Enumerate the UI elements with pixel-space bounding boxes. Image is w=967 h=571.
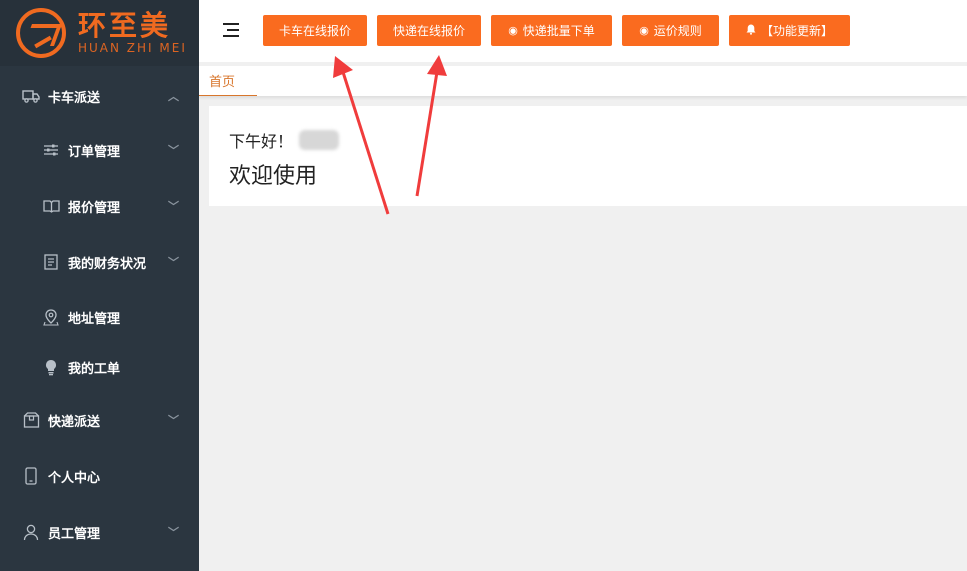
book-icon [42,197,60,215]
freight-rules-button[interactable]: ◉ 运价规则 [622,15,719,46]
truck-icon [22,87,40,105]
chevron-down-icon: ﹀ [168,256,179,269]
greeting: 下午好！ [229,128,340,152]
map-pin-icon [42,308,60,326]
sidebar-item-address-management[interactable]: 地址管理 [0,302,199,332]
greeting-text: 下午好！ [229,132,294,151]
logo[interactable]: 环至美 HUAN ZHI MEI [0,0,199,66]
top-header: 卡车在线报价 快递在线报价 ◉ 快递批量下单 ◉ 运价规则 【功能更新】 [199,0,967,62]
document-icon [42,253,60,271]
sidebar-item-label: 我的财务状况 [68,256,147,272]
chevron-down-icon: ﹀ [168,414,179,427]
eye-icon: ◉ [508,25,518,37]
chevron-down-icon: ﹀ [168,144,179,157]
sidebar-item-label: 员工管理 [48,526,101,542]
menu-toggle-icon[interactable] [223,23,239,37]
sidebar: 环至美 HUAN ZHI MEI 卡车派送 ︿ 订单管理 ﹀ 报价管理 ﹀ 我的… [0,0,199,571]
sidebar-item-express-delivery[interactable]: 快递派送 ﹀ [0,405,199,435]
sidebar-item-label: 快递派送 [48,414,101,430]
chevron-up-icon: ︿ [168,90,179,103]
logo-name-en: HUAN ZHI MEI [78,41,187,55]
sidebar-item-label: 我的工单 [68,361,121,377]
sidebar-item-label: 卡车派送 [48,90,101,106]
lightbulb-icon [42,358,60,376]
sidebar-item-my-finance[interactable]: 我的财务状况 ﹀ [0,247,199,277]
express-online-quote-button[interactable]: 快递在线报价 [377,15,481,46]
sliders-icon [42,141,60,159]
logo-name-cn: 环至美 [78,9,172,42]
logo-mark-icon [16,8,66,58]
mobile-icon [22,467,40,485]
blurred-username [299,130,340,150]
sidebar-item-label: 地址管理 [68,311,121,327]
express-bulk-order-button[interactable]: ◉ 快递批量下单 [491,15,612,46]
feature-update-button[interactable]: 【功能更新】 [729,15,850,46]
logo-text: 环至美 HUAN ZHI MEI [78,9,187,56]
eye-icon: ◉ [639,25,649,37]
sidebar-item-label: 报价管理 [68,200,121,216]
chevron-down-icon: ﹀ [168,200,179,213]
button-label: 运价规则 [653,24,702,38]
sidebar-item-truck-delivery[interactable]: 卡车派送 ︿ [0,81,199,111]
button-label: 快递批量下单 [522,24,595,38]
welcome-text: 欢迎使用 [229,164,318,189]
sidebar-item-order-management[interactable]: 订单管理 ﹀ [0,135,199,165]
truck-online-quote-button[interactable]: 卡车在线报价 [263,15,367,46]
sidebar-item-my-tickets[interactable]: 我的工单 [0,352,199,382]
user-icon [22,523,40,541]
welcome-card: 下午好！ 欢迎使用 [209,106,967,206]
bell-icon [746,24,756,38]
sidebar-item-label: 订单管理 [68,144,121,160]
tab-bar: 首页 [199,66,967,96]
chevron-down-icon: ﹀ [168,526,179,539]
tab-home[interactable]: 首页 [199,66,257,96]
sidebar-item-personal-center[interactable]: 个人中心 [0,461,199,491]
button-label: 【功能更新】 [760,24,833,38]
package-icon [22,411,40,429]
sidebar-item-staff-management[interactable]: 员工管理 ﹀ [0,517,199,547]
sidebar-item-quote-management[interactable]: 报价管理 ﹀ [0,191,199,221]
sidebar-item-label: 个人中心 [48,470,101,486]
